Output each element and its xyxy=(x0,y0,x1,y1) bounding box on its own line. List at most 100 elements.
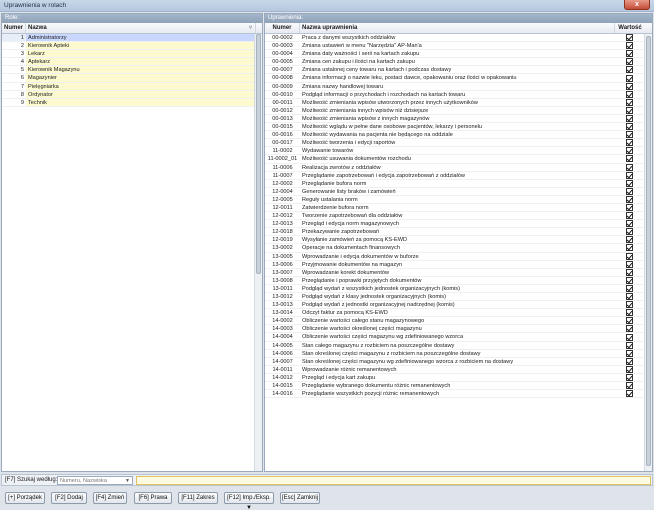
permission-row[interactable]: 00-0003 Zmiana ustawień w menu "Narzędzia… xyxy=(265,42,652,51)
close-button[interactable]: [Esc] Zamknij xyxy=(280,492,320,504)
permission-checkbox[interactable] xyxy=(625,373,633,381)
permission-row[interactable]: 12-0011 Zatwierdzenie bufora norm xyxy=(265,204,652,213)
funnel-icon[interactable]: ▿ xyxy=(249,23,252,33)
permission-checkbox[interactable] xyxy=(625,212,633,220)
roles-scrollbar[interactable] xyxy=(254,34,262,471)
permission-row[interactable]: 14-0015 Przeglądanie wybranego dokumentu … xyxy=(265,382,652,391)
permission-row[interactable]: 14-0004 Obliczenie wartości części magazy… xyxy=(265,333,652,342)
permission-checkbox[interactable] xyxy=(625,220,633,228)
search-by-select[interactable]: Numeru, Nazwiska ▼ xyxy=(57,476,133,485)
permission-checkbox[interactable] xyxy=(625,163,633,171)
permission-row[interactable]: 00-0008 Zmiana informacji o nazwie leku, … xyxy=(265,74,652,83)
permission-checkbox[interactable] xyxy=(625,382,633,390)
permission-row[interactable]: 14-0006 Stan określonej części magazynu z… xyxy=(265,349,652,358)
roles-column-name[interactable]: Nazwa ▿ xyxy=(26,23,256,33)
role-row[interactable]: 3 Lekarz xyxy=(2,50,262,59)
permission-checkbox[interactable] xyxy=(625,114,633,122)
role-row[interactable]: 8 Ordynator xyxy=(2,90,262,99)
permission-checkbox[interactable] xyxy=(625,349,633,357)
permission-checkbox[interactable] xyxy=(625,123,633,131)
permission-checkbox[interactable] xyxy=(625,252,633,260)
permission-row[interactable]: 11-0007 Przeglądanie zapotrzebowań i edyc… xyxy=(265,171,652,180)
chevron-down-icon[interactable]: ▼ xyxy=(125,477,130,485)
permission-checkbox[interactable] xyxy=(625,58,633,66)
permission-row[interactable]: 12-0004 Generowanie listy braków i zamówi… xyxy=(265,187,652,196)
permission-checkbox[interactable] xyxy=(625,341,633,349)
permission-row[interactable]: 14-0011 Wprowadzanie różnic remanentowych xyxy=(265,365,652,374)
permission-row[interactable]: 12-0018 Przekazywanie zapotrzebowań xyxy=(265,228,652,237)
permission-checkbox[interactable] xyxy=(625,139,633,147)
permission-row[interactable]: 13-0005 Wprowadzanie i edycja dokumentów … xyxy=(265,252,652,261)
permission-checkbox[interactable] xyxy=(625,390,633,398)
search-input[interactable] xyxy=(136,476,651,485)
permission-row[interactable]: 13-0011 Podgląd wydań z wszystkich jednos… xyxy=(265,284,652,293)
permission-checkbox[interactable] xyxy=(625,50,633,58)
permission-checkbox[interactable] xyxy=(625,268,633,276)
permission-checkbox[interactable] xyxy=(625,82,633,90)
permission-row[interactable]: 13-0007 Wprowadzanie korekt dokumentów xyxy=(265,268,652,277)
permission-row[interactable]: 14-0005 Stan całego magazynu z rozbiciem … xyxy=(265,341,652,350)
role-row[interactable]: 2 Kierownik Apteki xyxy=(2,42,262,51)
permission-row[interactable]: 12-0019 Wysyłanie zamówień za pomocą KS-E… xyxy=(265,236,652,245)
permission-checkbox[interactable] xyxy=(625,171,633,179)
permission-row[interactable]: 12-0012 Tworzenie zapotrzebowań dla oddzi… xyxy=(265,212,652,221)
permission-row[interactable]: 00-0004 Zmiana daty ważności i serii na k… xyxy=(265,50,652,59)
permission-row[interactable]: 14-0002 Obliczenie wartości całego stanu … xyxy=(265,317,652,326)
permission-checkbox[interactable] xyxy=(625,365,633,373)
permission-row[interactable]: 00-0016 Możliwość wydawania na pacjenta n… xyxy=(265,131,652,140)
edit-button[interactable]: [F4] Zmień xyxy=(93,492,127,504)
permission-checkbox[interactable] xyxy=(625,284,633,292)
add-button[interactable]: [F2] Dodaj xyxy=(51,492,87,504)
permission-checkbox[interactable] xyxy=(625,131,633,139)
permission-checkbox[interactable] xyxy=(625,179,633,187)
permission-checkbox[interactable] xyxy=(625,66,633,74)
permission-row[interactable]: 13-0006 Przyjmowanie dokumentów na magazy… xyxy=(265,260,652,269)
permission-row[interactable]: 13-0008 Przeglądanie i poprawki przyjętyc… xyxy=(265,276,652,285)
roles-scroll-thumb[interactable] xyxy=(256,34,261,274)
permission-row[interactable]: 13-0002 Operacje na dokumentach finansowy… xyxy=(265,244,652,253)
permission-checkbox[interactable] xyxy=(625,333,633,341)
permission-checkbox[interactable] xyxy=(625,42,633,50)
permissions-scrollbar[interactable] xyxy=(644,34,652,471)
permission-checkbox[interactable] xyxy=(625,106,633,114)
permission-row[interactable]: 00-0009 Zmiana nazwy handlowej towaru xyxy=(265,82,652,91)
permission-row[interactable]: 12-0013 Przegląd i edycja norm magazynowy… xyxy=(265,220,652,229)
permission-checkbox[interactable] xyxy=(625,204,633,212)
range-button[interactable]: [F11] Zakres xyxy=(178,492,218,504)
permission-row[interactable]: 00-0002 Praca z danymi wszystkich oddział… xyxy=(265,34,652,43)
permission-checkbox[interactable] xyxy=(625,74,633,82)
permissions-column-value[interactable]: Wartość xyxy=(615,23,645,33)
permission-row[interactable]: 14-0012 Przegląd i edycja kart zakupu xyxy=(265,373,652,383)
permission-checkbox[interactable] xyxy=(625,325,633,333)
permission-checkbox[interactable] xyxy=(625,357,633,365)
permission-row[interactable]: 00-0015 Możliwość wglądu w pełne dane oso… xyxy=(265,123,652,132)
permission-row[interactable]: 00-0017 Możliwość tworzenia i edycji rapo… xyxy=(265,139,652,148)
permission-row[interactable]: 00-0007 Zmiana ustalonej ceny towaru na k… xyxy=(265,66,652,75)
role-row[interactable]: 5 Kierownik Magazynu xyxy=(2,66,262,75)
permission-row[interactable]: 13-0013 Podgląd wydań z jednostki organiz… xyxy=(265,301,652,310)
permission-row[interactable]: 14-0016 Przeglądanie wszystkich pozycji r… xyxy=(265,390,652,399)
role-row[interactable]: 6 Magazynier xyxy=(2,74,262,83)
permission-checkbox[interactable] xyxy=(625,309,633,317)
permission-checkbox[interactable] xyxy=(625,195,633,203)
permission-checkbox[interactable] xyxy=(625,98,633,106)
permission-checkbox[interactable] xyxy=(625,34,633,42)
permission-checkbox[interactable] xyxy=(625,187,633,195)
permission-checkbox[interactable] xyxy=(625,90,633,98)
permission-checkbox[interactable] xyxy=(625,317,633,325)
permission-row[interactable]: 00-0013 Możliwość zmieniania wpisów z inn… xyxy=(265,114,652,124)
permission-row[interactable]: 13-0012 Podgląd wydań z klasy jednostek o… xyxy=(265,293,652,302)
permission-row[interactable]: 00-0011 Możliwość zmieniania wpisów utwor… xyxy=(265,98,652,107)
role-row[interactable]: 4 Aptekarz xyxy=(2,58,262,67)
permission-checkbox[interactable] xyxy=(625,301,633,309)
permission-checkbox[interactable] xyxy=(625,147,633,155)
sort-button[interactable]: [+] Porządek xyxy=(5,492,45,504)
close-icon[interactable]: x xyxy=(624,0,650,10)
permission-row[interactable]: 11-0002 Wydawanie towarów xyxy=(265,147,652,156)
rights-button[interactable]: [F6] Prawa xyxy=(134,492,172,504)
permissions-column-number[interactable]: Numer xyxy=(265,23,300,33)
permission-row[interactable]: 14-0007 Stan określonej części magazynu w… xyxy=(265,357,652,366)
permission-row[interactable]: 12-0005 Reguły ustalania norm xyxy=(265,195,652,204)
permission-checkbox[interactable] xyxy=(625,260,633,268)
permission-row[interactable]: 00-0012 Możliwość zmieniania innych wpisó… xyxy=(265,106,652,115)
